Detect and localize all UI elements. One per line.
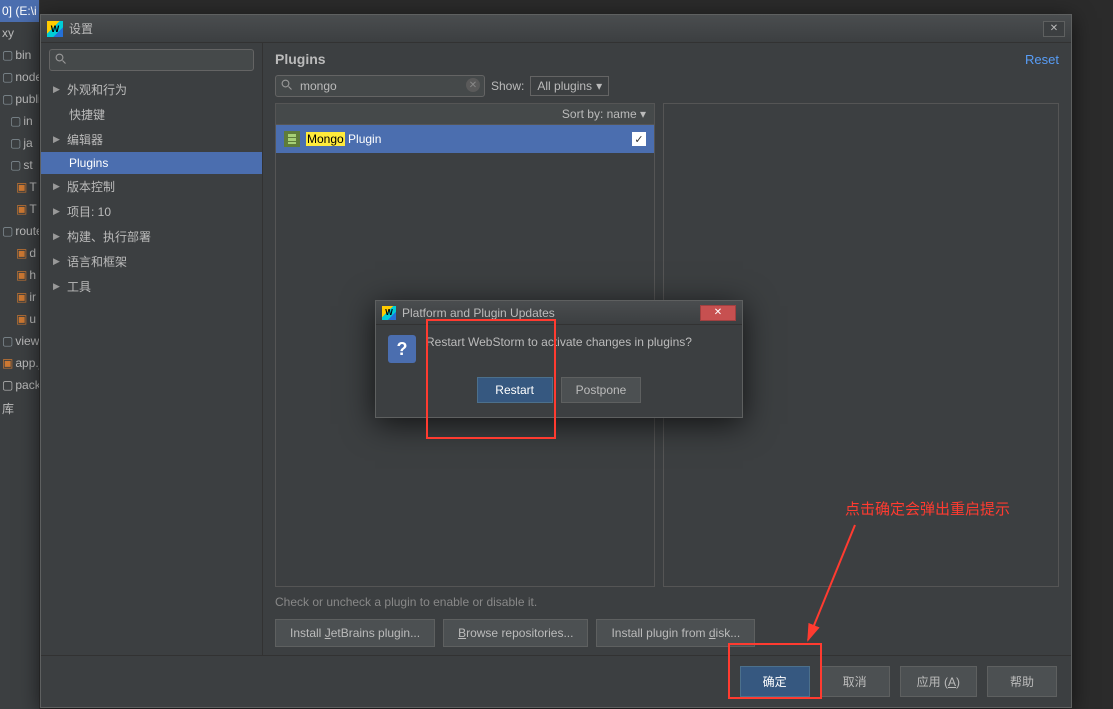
show-label: Show: [491,79,524,93]
browse-repositories-button[interactable]: Browse repositories... [443,619,588,647]
close-icon[interactable]: ✕ [700,305,736,321]
webstorm-logo-icon: W [382,306,396,320]
clear-icon[interactable]: ✕ [466,78,480,92]
tree-item-editor[interactable]: ▶编辑器 [41,127,262,152]
question-icon: ? [388,335,416,363]
tree-item-build[interactable]: ▶构建、执行部署 [41,224,262,249]
tree-item-project[interactable]: ▶项目: 10 [41,199,262,224]
bg-tree-item: ▣u [0,308,39,330]
ok-button[interactable]: 确定 [740,666,810,697]
bg-tree-item: ▣ir [0,286,39,308]
help-button[interactable]: 帮助 [987,666,1057,697]
bg-tree-item: ▢publi [0,88,39,110]
bg-tree-item: ▣d [0,242,39,264]
bg-tree-item: ▣app.j [0,352,39,374]
bg-tree-item: ▢pack [0,374,39,396]
dialog-footer: 确定 取消 应用 (A) 帮助 [41,655,1071,707]
sidebar-search [49,49,254,71]
restart-button[interactable]: Restart [477,377,553,403]
apply-button[interactable]: 应用 (A) [900,666,977,697]
tree-item-vcs[interactable]: ▶版本控制 [41,174,262,199]
bg-tree-item: ▢in [0,110,39,132]
modal-title-text: Platform and Plugin Updates [402,306,555,320]
install-from-disk-button[interactable]: Install plugin from disk... [596,619,755,647]
modal-message: Restart WebStorm to activate changes in … [426,335,692,349]
plugin-search: ✕ [275,75,485,97]
webstorm-logo-icon: W [47,21,63,37]
chevron-down-icon: ▾ [596,79,602,93]
bg-tree-root: 0] (E:\i [0,0,39,22]
bg-tree-item: ▢ja [0,132,39,154]
project-tree-background: 0] (E:\i xy ▢bin ▢node ▢publi ▢in ▢ja ▢s… [0,0,40,709]
cancel-button[interactable]: 取消 [820,666,890,697]
bg-tree-item: ▢bin [0,44,39,66]
bg-tree-item: ▢route [0,220,39,242]
annotation-text: 点击确定会弹出重启提示 [845,498,1010,519]
plugin-search-input[interactable] [275,75,485,97]
postpone-button[interactable]: Postpone [561,377,642,403]
reset-link[interactable]: Reset [1025,52,1059,67]
bg-tree-item: ▢views [0,330,39,352]
search-icon [55,53,67,68]
search-icon [281,79,293,94]
bg-tree-item: ▢st [0,154,39,176]
settings-sidebar: ▶外观和行为 快捷键 ▶编辑器 Plugins ▶版本控制 ▶项目: 10 ▶构… [41,43,263,655]
sort-header[interactable]: Sort by: name ▾ [276,104,654,125]
settings-tree: ▶外观和行为 快捷键 ▶编辑器 Plugins ▶版本控制 ▶项目: 10 ▶构… [41,77,262,655]
sidebar-search-input[interactable] [49,49,254,71]
dialog-titlebar[interactable]: W 设置 ✕ [41,15,1071,43]
install-jetbrains-button[interactable]: Install JetBrains plugin... [275,619,435,647]
tree-item-languages[interactable]: ▶语言和框架 [41,249,262,274]
bg-tree-item: xy [0,22,39,44]
hint-text: Check or uncheck a plugin to enable or d… [275,595,1059,609]
plugin-enabled-checkbox[interactable]: ✓ [632,132,646,146]
show-filter-dropdown[interactable]: All plugins ▾ [530,76,609,96]
bg-tree-item: ▢node [0,66,39,88]
chevron-down-icon: ▾ [640,107,646,121]
bg-tree-item: ▣T [0,176,39,198]
close-icon[interactable]: ✕ [1043,21,1065,37]
panel-title: Plugins [275,51,326,67]
tree-item-keymap[interactable]: 快捷键 [41,102,262,127]
bg-tree-item: ▣h [0,264,39,286]
tree-item-tools[interactable]: ▶工具 [41,274,262,299]
dialog-title: 设置 [69,20,93,37]
plugin-row-mongo[interactable]: Mongo Plugin ✓ [276,125,654,153]
modal-titlebar[interactable]: W Platform and Plugin Updates ✕ [376,301,742,325]
plugin-name: Mongo Plugin [306,132,381,146]
plugin-icon [284,131,300,147]
tree-item-plugins[interactable]: Plugins [41,152,262,174]
bg-tree-item: 库 [0,396,39,421]
tree-item-appearance[interactable]: ▶外观和行为 [41,77,262,102]
restart-dialog: W Platform and Plugin Updates ✕ ? Restar… [375,300,743,418]
bg-tree-item: ▣T [0,198,39,220]
annotation-arrow-icon [800,520,860,653]
